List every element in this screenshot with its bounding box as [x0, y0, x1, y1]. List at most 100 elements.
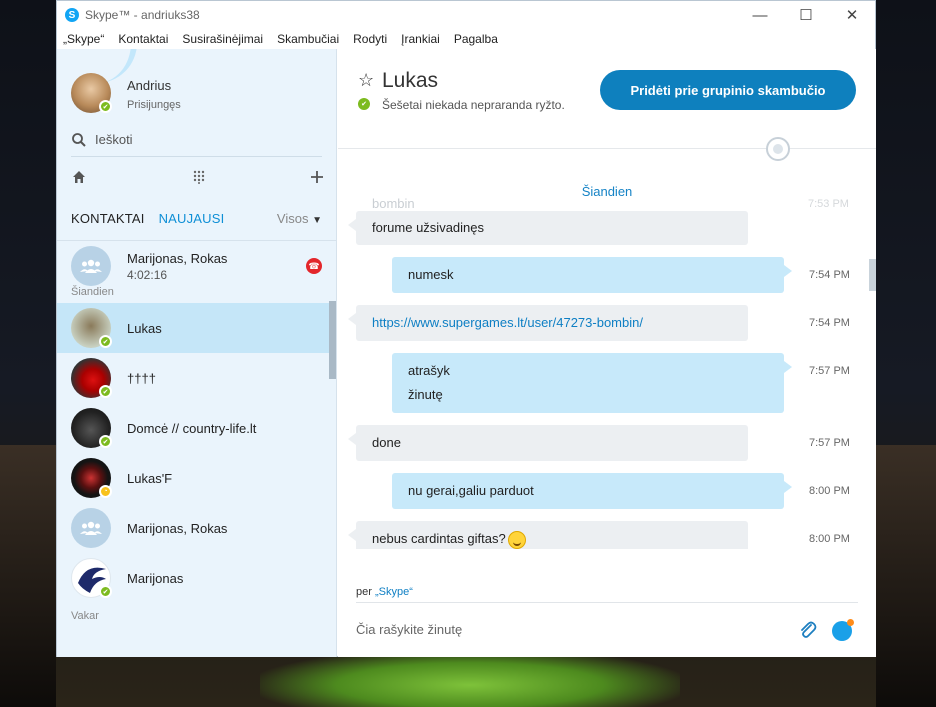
message-timestamp: 8:00 PM	[809, 533, 850, 545]
maximize-button[interactable]: ☐	[783, 1, 829, 29]
contact-name: Marijonas, Rokas	[127, 250, 228, 266]
message-timestamp: 8:00 PM	[809, 485, 850, 497]
message-text: forume užsivadinęs	[372, 220, 484, 235]
message-timestamp: 7:57 PM	[809, 365, 850, 377]
desktop-background-glow	[260, 650, 680, 707]
message-timestamp: 7:57 PM	[809, 437, 850, 449]
contact-name: ††††	[127, 370, 156, 386]
compose-divider	[356, 602, 858, 603]
conversation-header: ☆ Lukas ✔ Šešetai niekada nepraranda ryž…	[338, 49, 876, 149]
favorite-star-icon[interactable]: ☆	[358, 70, 374, 91]
tab-contacts[interactable]: KONTAKTAI	[71, 211, 145, 226]
message-text: numesk	[408, 267, 454, 282]
date-separator: Šiandien	[581, 184, 633, 199]
filter-all-dropdown[interactable]: Visos ▼	[277, 211, 322, 226]
profile-name[interactable]: Andrius	[127, 78, 171, 93]
message-input[interactable]: Čia rašykite žinutę	[356, 622, 462, 637]
menu-bar: „Skype“ Kontaktai Susirašinėjimai Skambu…	[57, 29, 875, 49]
share-contact-icon[interactable]	[766, 137, 790, 161]
contact-name: Marijonas	[127, 570, 184, 586]
end-call-icon[interactable]: ☎	[306, 258, 322, 274]
skype-window: S Skype™ - andriuks38 — ☐ ✕ „Skype“ Kont…	[56, 0, 876, 657]
online-status-icon: ✔	[99, 100, 112, 113]
online-status-icon: ✔	[99, 585, 112, 598]
profile-card[interactable]: ✔ Andrius Prisijungęs	[57, 49, 336, 123]
list-item[interactable]: ✔ Lukas	[57, 303, 336, 353]
via-prefix: per	[356, 586, 372, 598]
via-service-link[interactable]: „Skype“	[375, 586, 413, 598]
attach-file-icon[interactable]	[796, 619, 818, 641]
message-timestamp: 7:54 PM	[809, 269, 850, 281]
group-avatar-icon	[71, 246, 111, 286]
smile-emoji-icon	[507, 530, 526, 549]
minimize-button[interactable]: —	[737, 1, 783, 29]
message-timestamp: 7:54 PM	[809, 317, 850, 329]
menu-help[interactable]: Pagalba	[454, 32, 498, 46]
section-yesterday: Vakar	[71, 610, 99, 622]
sidebar-toolbar	[57, 157, 336, 197]
contact-name: Lukas'F	[127, 470, 173, 486]
message-list: bombin 7:53 PM Šiandien forume užsivadin…	[338, 179, 876, 549]
sidebar-scrollbar[interactable]	[329, 301, 336, 379]
filter-all-label: Visos	[276, 211, 309, 226]
sidebar: ✔ Andrius Prisijungęs Ieškoti KONTAKTAI …	[57, 49, 337, 657]
contacts-tabs: KONTAKTAI NAUJAUSI Visos ▼	[57, 197, 336, 241]
contact-name: Lukas	[127, 320, 162, 336]
contact-name: Domcė // country-life.lt	[127, 420, 257, 436]
conversation-pane: ☆ Lukas ✔ Šešetai niekada nepraranda ryž…	[338, 49, 876, 657]
menu-view[interactable]: Rodyti	[353, 32, 387, 46]
dialpad-icon[interactable]	[193, 170, 205, 184]
emoticon-picker-icon[interactable]	[832, 619, 854, 641]
search-placeholder: Ieškoti	[95, 132, 133, 147]
message-text: done	[372, 435, 401, 450]
messages-scrollbar[interactable]	[869, 259, 876, 291]
message-text: nebus cardintas giftas?	[372, 531, 506, 546]
menu-conversations[interactable]: Susirašinėjimai	[182, 32, 263, 46]
list-item[interactable]: ◔ Lukas'F	[57, 453, 336, 503]
list-item[interactable]: Marijonas, Rokas 4:02:16 ☎	[57, 241, 336, 291]
window-title: Skype™ - andriuks38	[85, 8, 200, 22]
call-duration: 4:02:16	[127, 267, 168, 282]
home-icon[interactable]	[71, 169, 87, 185]
menu-calls[interactable]: Skambučiai	[277, 32, 339, 46]
incoming-message[interactable]: done	[348, 425, 748, 461]
profile-status[interactable]: Prisijungęs	[127, 99, 181, 111]
search-box[interactable]: Ieškoti	[71, 123, 322, 157]
message-text: nu gerai,galiu parduot	[408, 483, 534, 498]
online-status-icon: ✔	[99, 335, 112, 348]
outgoing-message[interactable]: nu gerai,galiu parduot	[392, 473, 792, 509]
incoming-message[interactable]: forume užsivadinęs	[348, 211, 748, 245]
message-text: žinutę	[408, 387, 443, 402]
list-item[interactable]: Marijonas, Rokas	[57, 503, 336, 553]
faded-timestamp: 7:53 PM	[808, 198, 849, 210]
search-icon	[72, 132, 86, 147]
incoming-message[interactable]: nebus cardintas giftas?	[348, 521, 748, 549]
menu-contacts[interactable]: Kontaktai	[118, 32, 168, 46]
list-item[interactable]: ✔ Domcė // country-life.lt	[57, 403, 336, 453]
outgoing-message[interactable]: atrašyk žinutę	[392, 353, 792, 413]
title-bar: S Skype™ - andriuks38 — ☐ ✕	[57, 1, 875, 29]
menu-tools[interactable]: Įrankiai	[401, 32, 440, 46]
list-item[interactable]: ✔ Marijonas	[57, 553, 336, 603]
online-status-icon: ✔	[358, 98, 370, 110]
desktop-background-left	[0, 445, 56, 707]
incoming-message[interactable]: https://www.supergames.lt/user/47273-bom…	[348, 305, 748, 341]
recent-list: Marijonas, Rokas 4:02:16 ☎ Šiandien ✔ Lu…	[57, 241, 336, 625]
add-to-group-call-button[interactable]: Pridėti prie grupinio skambučio	[600, 70, 856, 110]
list-item[interactable]: ✔ ††††	[57, 353, 336, 403]
close-button[interactable]: ✕	[829, 1, 875, 29]
away-status-icon: ◔	[99, 485, 112, 498]
online-status-icon: ✔	[99, 385, 112, 398]
menu-skype[interactable]: „Skype“	[63, 32, 104, 46]
tab-recent[interactable]: NAUJAUSI	[159, 211, 225, 226]
message-text: atrašyk	[408, 363, 450, 378]
skype-logo-icon: S	[65, 8, 79, 22]
add-icon[interactable]	[310, 170, 324, 184]
group-avatar-icon	[71, 508, 111, 548]
send-via-selector[interactable]: per „Skype“	[356, 586, 413, 598]
conversation-title[interactable]: Lukas	[382, 69, 438, 93]
chevron-down-icon: ▼	[312, 215, 322, 226]
desktop-background-right	[876, 445, 936, 707]
outgoing-message[interactable]: numesk	[392, 257, 792, 293]
message-link[interactable]: https://www.supergames.lt/user/47273-bom…	[372, 311, 732, 335]
